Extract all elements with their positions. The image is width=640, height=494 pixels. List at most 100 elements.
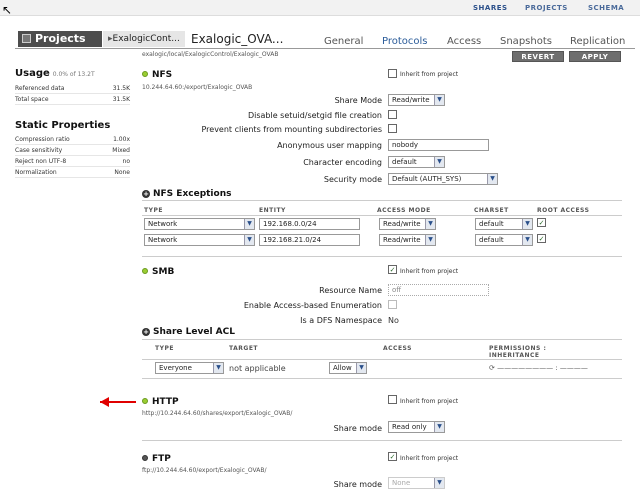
nfs-share-mode-value: Read/write bbox=[392, 96, 430, 104]
dfs-value: No bbox=[388, 316, 399, 325]
col-access-mode: ACCESS MODE bbox=[377, 207, 431, 214]
usage-row: Total space 31.5K bbox=[15, 94, 130, 105]
http-title: HTTP bbox=[152, 397, 179, 407]
chevron-down-icon: ▼ bbox=[425, 235, 435, 245]
exception-mode-value: Read/write bbox=[383, 236, 421, 244]
chevron-down-icon: ▼ bbox=[434, 478, 444, 488]
col-root-access: ROOT ACCESS bbox=[537, 207, 590, 214]
smb-title: SMB bbox=[152, 267, 175, 277]
acl-col-type: TYPE bbox=[155, 345, 174, 352]
secmode-label: Security mode bbox=[323, 175, 382, 184]
ftp-url: ftp://10.244.64.60/export/Exalogic_OVAB/ bbox=[142, 467, 267, 474]
divider bbox=[142, 339, 622, 340]
projects-button[interactable]: Projects bbox=[18, 31, 102, 47]
exception-mode-select[interactable]: Read/write ▼ bbox=[379, 218, 436, 230]
exception-charset-select[interactable]: default ▼ bbox=[475, 234, 533, 246]
tab-general[interactable]: General bbox=[324, 36, 363, 47]
tab-snapshots[interactable]: Snapshots bbox=[500, 36, 552, 47]
exception-type-select[interactable]: Network ▼ bbox=[144, 218, 255, 230]
anon-user-input[interactable]: nobody bbox=[388, 139, 489, 151]
nav-projects[interactable]: PROJECTS bbox=[525, 4, 568, 12]
acl-access-value: Allow bbox=[333, 364, 352, 372]
nfs-share-mode-select[interactable]: Read/write ▼ bbox=[388, 94, 445, 106]
exception-entity-input[interactable]: 192.168.21.0/24 bbox=[259, 234, 360, 246]
nfs-section-title: NFS bbox=[142, 70, 172, 80]
divider bbox=[142, 440, 622, 441]
abe-checkbox[interactable] bbox=[388, 300, 397, 309]
static-value: Mixed bbox=[112, 147, 130, 154]
breadcrumb-current: Exalogic_OVA... bbox=[191, 32, 284, 46]
revert-button[interactable]: REVERT bbox=[512, 51, 564, 62]
static-value: no bbox=[122, 158, 130, 165]
chevron-down-icon: ▼ bbox=[213, 363, 223, 373]
http-inherit-checkbox[interactable] bbox=[388, 395, 397, 404]
nav-shares[interactable]: SHARES bbox=[473, 4, 508, 12]
resource-name-label: Resource Name bbox=[319, 286, 382, 295]
ftp-share-mode-select[interactable]: None ▼ bbox=[388, 477, 445, 489]
breadcrumb-parent-label: ExalogicCont... bbox=[112, 34, 180, 44]
tab-replication[interactable]: Replication bbox=[570, 36, 625, 47]
chevron-down-icon: ▼ bbox=[244, 219, 254, 229]
divider bbox=[142, 200, 622, 201]
usage-label: Total space bbox=[15, 96, 49, 103]
ftp-inherit-checkbox[interactable]: ✓ bbox=[388, 452, 397, 461]
nfs-exceptions-title: + NFS Exceptions bbox=[142, 189, 231, 199]
setuid-checkbox[interactable] bbox=[388, 110, 397, 119]
projects-icon bbox=[22, 34, 31, 43]
static-label: Reject non UTF-8 bbox=[15, 158, 67, 165]
share-mode-label: Share Mode bbox=[334, 96, 382, 105]
chevron-down-icon: ▼ bbox=[434, 95, 444, 105]
col-type: TYPE bbox=[144, 207, 163, 214]
acl-type-select[interactable]: Everyone ▼ bbox=[155, 362, 224, 374]
chevron-down-icon: ▼ bbox=[522, 219, 532, 229]
root-access-checkbox[interactable]: ✓ bbox=[537, 218, 546, 227]
exception-mode-select[interactable]: Read/write ▼ bbox=[379, 234, 436, 246]
secmode-select[interactable]: Default (AUTH_SYS) ▼ bbox=[388, 173, 498, 185]
root-access-checkbox[interactable]: ✓ bbox=[537, 234, 546, 243]
usage-label: Referenced data bbox=[15, 85, 65, 92]
acl-access-select[interactable]: Allow ▼ bbox=[329, 362, 367, 374]
usage-percent: 0.0% of 13.2T bbox=[52, 71, 95, 78]
add-icon[interactable]: + bbox=[142, 190, 150, 198]
chevron-down-icon: ▼ bbox=[434, 422, 444, 432]
projects-label: Projects bbox=[35, 32, 86, 45]
exception-entity-input[interactable]: 192.168.0.0/24 bbox=[259, 218, 360, 230]
tab-protocols[interactable]: Protocols bbox=[382, 36, 428, 47]
add-icon[interactable]: + bbox=[142, 328, 150, 336]
charenc-select[interactable]: default ▼ bbox=[388, 156, 445, 168]
prevent-mount-checkbox[interactable] bbox=[388, 124, 397, 133]
static-row: Normalization None bbox=[15, 167, 130, 178]
nfs-inherit-label: Inherit from project bbox=[400, 71, 459, 78]
usage-row: Referenced data 31.5K bbox=[15, 83, 130, 94]
tab-access[interactable]: Access bbox=[447, 36, 481, 47]
sidebar: Usage 0.0% of 13.2T Referenced data 31.5K … bbox=[15, 64, 130, 178]
acl-type-value: Everyone bbox=[159, 364, 192, 372]
smb-section-title: SMB bbox=[142, 267, 174, 277]
status-online-icon bbox=[142, 398, 148, 404]
exception-type-value: Network bbox=[148, 220, 178, 228]
nfs-inherit-checkbox[interactable] bbox=[388, 69, 397, 78]
prevent-label: Prevent clients from mounting subdirecto… bbox=[201, 125, 382, 134]
setuid-label: Disable setuid/setgid file creation bbox=[247, 111, 382, 120]
nfs-title: NFS bbox=[152, 70, 173, 80]
static-properties-title: Static Properties bbox=[15, 120, 111, 131]
breadcrumb-parent[interactable]: ▸ExalogicCont... bbox=[103, 31, 185, 47]
http-share-mode-label: Share mode bbox=[333, 424, 382, 433]
exception-mode-value: Read/write bbox=[383, 220, 421, 228]
smb-inherit-checkbox[interactable]: ✓ bbox=[388, 265, 397, 274]
nav-schema[interactable]: SCHEMA bbox=[588, 4, 624, 12]
acl-permissions[interactable]: ⟳ ———————— : ———— bbox=[489, 364, 588, 372]
http-inherit-label: Inherit from project bbox=[400, 398, 459, 405]
apply-button[interactable]: APPLY bbox=[569, 51, 621, 62]
divider bbox=[142, 256, 622, 257]
http-share-mode-select[interactable]: Read only ▼ bbox=[388, 421, 445, 433]
status-online-icon bbox=[142, 268, 148, 274]
smb-inherit-label: Inherit from project bbox=[400, 268, 459, 275]
exception-type-select[interactable]: Network ▼ bbox=[144, 234, 255, 246]
exception-charset-select[interactable]: default ▼ bbox=[475, 218, 533, 230]
divider bbox=[142, 215, 622, 216]
resource-name-input[interactable]: off bbox=[388, 284, 489, 296]
acl-col-target: TARGET bbox=[229, 345, 259, 352]
red-arrow-icon bbox=[100, 397, 136, 407]
anon-label: Anonymous user mapping bbox=[277, 141, 382, 150]
